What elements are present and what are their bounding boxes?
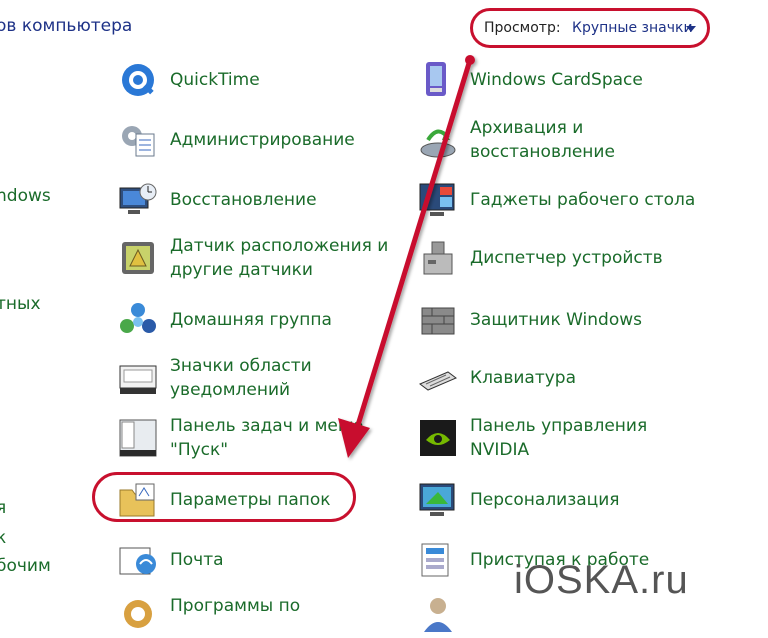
annotation-arrow-icon xyxy=(338,55,475,458)
watermark: iOSKA.ru xyxy=(514,558,689,602)
